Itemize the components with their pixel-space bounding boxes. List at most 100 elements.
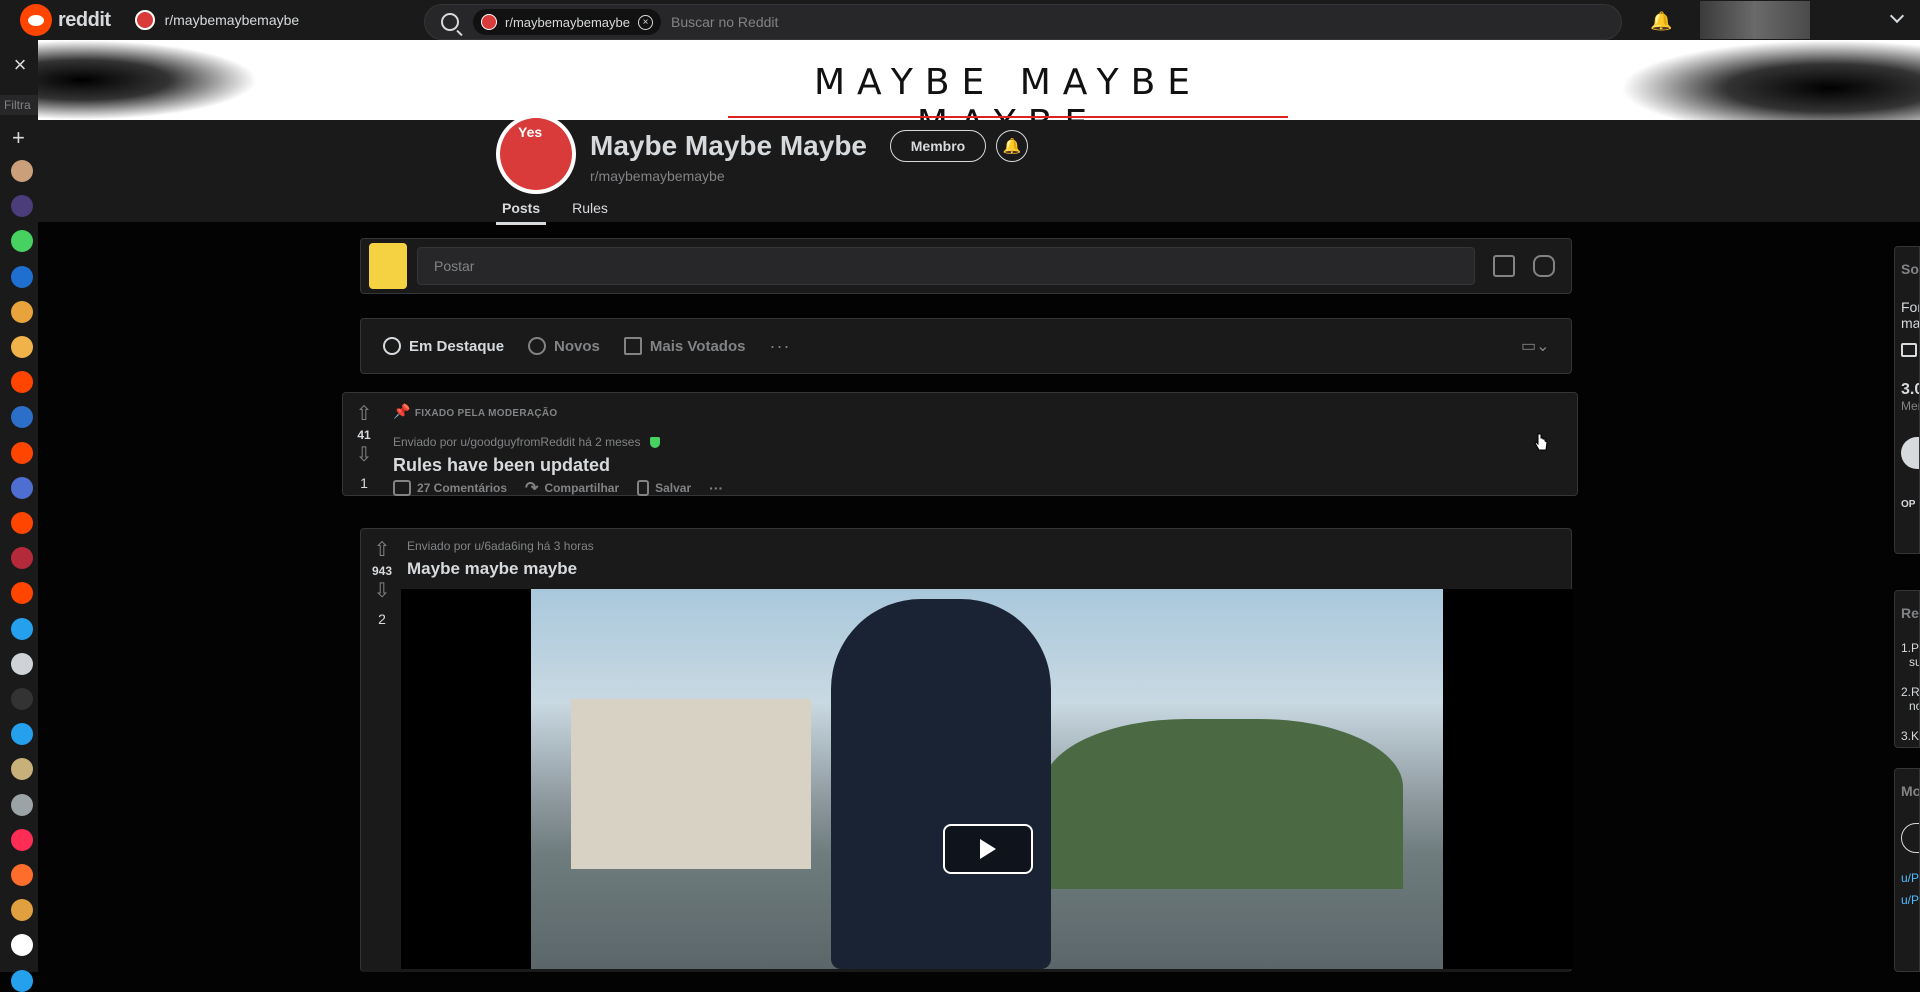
post-meta[interactable]: Enviado por u/6ada6ing há 3 horas	[407, 539, 594, 553]
tab-rules[interactable]: Rules	[566, 200, 614, 225]
brand-name: reddit	[58, 8, 111, 31]
post-meta: Enviado por u/goodguyfromReddit há 2 mes…	[393, 435, 660, 449]
community-icon	[134, 10, 155, 30]
sort-top-button[interactable]: Mais Votados	[623, 337, 746, 355]
play-button[interactable]	[943, 824, 1033, 874]
create-post-input[interactable]	[417, 247, 1475, 285]
message-mods-button[interactable]	[1901, 823, 1919, 853]
search-input[interactable]	[671, 14, 1271, 30]
save-button[interactable]: Salvar	[637, 480, 691, 496]
page-title: Maybe Maybe Maybe	[590, 130, 867, 161]
rule-item[interactable]: 2.Re	[1901, 685, 1919, 699]
subscription-icon[interactable]	[11, 828, 33, 851]
vote-count: 943	[371, 564, 393, 578]
share-label: Compartilhar	[544, 481, 620, 495]
subscription-icon[interactable]	[11, 969, 33, 992]
upvote-icon[interactable]: ⇧	[343, 401, 385, 426]
post-title[interactable]: Rules have been updated	[393, 455, 610, 476]
subscription-icon[interactable]	[11, 617, 33, 640]
sort-label: Em Destaque	[409, 337, 505, 355]
video-player[interactable]	[401, 589, 1573, 969]
post-card[interactable]: ⇧ 943 ⇩ 2 Enviado por u/6ada6ing há 3 ho…	[360, 528, 1573, 972]
sort-label: Mais Votados	[649, 337, 746, 355]
rule-item[interactable]: 1.Po	[1901, 641, 1919, 655]
right-sidebar: Sob For t may 3.0r Memb OP Regr 1.Po su …	[1894, 238, 1920, 972]
image-icon[interactable]	[1493, 255, 1515, 277]
post-rank: 2	[378, 611, 386, 627]
community-selector[interactable]: r/maybemaybemaybe	[134, 10, 355, 30]
rule-item: no	[1909, 699, 1919, 713]
subscription-icon[interactable]	[11, 300, 33, 323]
community-header: Yes Maybe Maybe Maybe r/maybemaybemaybe …	[38, 114, 1920, 225]
sparkle-icon	[528, 337, 547, 355]
search-bar[interactable]: r/maybemaybemaybe ×	[424, 4, 1622, 40]
tab-bar: Posts Rules	[496, 200, 634, 225]
pin-icon: 📌	[393, 403, 411, 419]
post-actions: 27 Comentários ↷ Compartilhar Salvar ···	[393, 478, 723, 498]
search-scope-chip[interactable]: r/maybemaybemaybe ×	[473, 9, 661, 35]
avatar-text: Yes	[518, 124, 543, 140]
bell-icon[interactable]: 🔔	[1650, 11, 1672, 31]
subscription-icon[interactable]	[11, 476, 33, 499]
join-button[interactable]: Membro	[890, 130, 986, 162]
smoke-decoration	[1620, 40, 1920, 120]
community-icon	[481, 14, 497, 30]
more-icon[interactable]: ···	[769, 336, 790, 357]
user-menu[interactable]	[1700, 1, 1918, 39]
subscription-icon[interactable]	[11, 265, 33, 288]
sort-bar: Em Destaque Novos Mais Votados ··· ▭⌄	[360, 318, 1572, 374]
comments-button[interactable]: 27 Comentários	[393, 480, 507, 496]
post-title[interactable]: Maybe maybe maybe	[407, 559, 577, 579]
subscription-icon[interactable]	[11, 441, 33, 464]
building-scene	[571, 699, 811, 869]
comment-icon	[393, 480, 411, 496]
avatar	[369, 243, 407, 289]
post-meta-text[interactable]: Enviado por u/goodguyfromReddit há 2 mes…	[393, 435, 640, 449]
share-icon: ↷	[525, 480, 539, 497]
vote-count: 41	[357, 428, 371, 442]
subscription-icon[interactable]	[11, 652, 33, 675]
reddit-logo[interactable]: reddit	[20, 4, 111, 36]
view-layout-icon[interactable]: ▭⌄	[1521, 336, 1557, 356]
comments-label: 27 Comentários	[417, 481, 508, 495]
share-button[interactable]: ↷ Compartilhar	[525, 478, 619, 498]
subscription-icon[interactable]	[11, 160, 33, 182]
post-card[interactable]: ⇧ 41 ⇩ 1 📌 FIXADO PELA MODERAÇÃO Enviado…	[342, 392, 1578, 498]
plus-icon[interactable]: +	[12, 125, 25, 151]
community-name: r/maybemaybemaybe	[164, 12, 300, 28]
moderator-link[interactable]: u/Ph	[1901, 893, 1919, 907]
vote-column: ⇧ 41 ⇩ 1	[343, 393, 385, 495]
sort-hot-button[interactable]: Em Destaque	[383, 337, 504, 355]
save-label: Salvar	[655, 481, 692, 495]
moderator-link[interactable]: u/Pov	[1901, 871, 1919, 885]
subscription-icon[interactable]	[11, 512, 33, 534]
flame-icon	[383, 337, 401, 355]
sort-new-button[interactable]: Novos	[528, 337, 600, 355]
about-heading: Sob	[1901, 261, 1919, 277]
smoke-decoration	[38, 40, 258, 120]
pinned-text: FIXADO PELA MODERAÇÃO	[414, 408, 558, 419]
downvote-icon[interactable]: ⇩	[361, 578, 403, 603]
downvote-icon[interactable]: ⇩	[343, 442, 385, 467]
subscription-icon[interactable]	[11, 336, 33, 358]
community-options[interactable]: OP	[1901, 499, 1919, 510]
subscription-icon[interactable]	[11, 793, 33, 816]
subscription-icon[interactable]	[11, 864, 33, 886]
cake-icon	[1901, 343, 1917, 357]
more-icon[interactable]: ···	[709, 480, 723, 496]
post-rank: 1	[360, 475, 368, 491]
tab-posts[interactable]: Posts	[496, 200, 547, 225]
community-avatar: Yes	[496, 114, 576, 194]
close-icon[interactable]: ×	[638, 14, 653, 30]
link-icon[interactable]	[1533, 255, 1555, 277]
create-post-bar	[360, 238, 1572, 294]
close-icon[interactable]: ×	[10, 54, 30, 76]
upvote-icon[interactable]: ⇧	[361, 537, 403, 562]
bell-icon[interactable]: 🔔	[996, 130, 1028, 162]
rule-item[interactable]: 3.Ke	[1901, 729, 1919, 743]
about-desc-line: may	[1901, 315, 1920, 331]
filter-input[interactable]: Filtra	[0, 95, 38, 115]
subscription-icon[interactable]	[11, 688, 33, 710]
join-button[interactable]	[1901, 437, 1919, 469]
members-count: 3.0r	[1901, 381, 1919, 398]
